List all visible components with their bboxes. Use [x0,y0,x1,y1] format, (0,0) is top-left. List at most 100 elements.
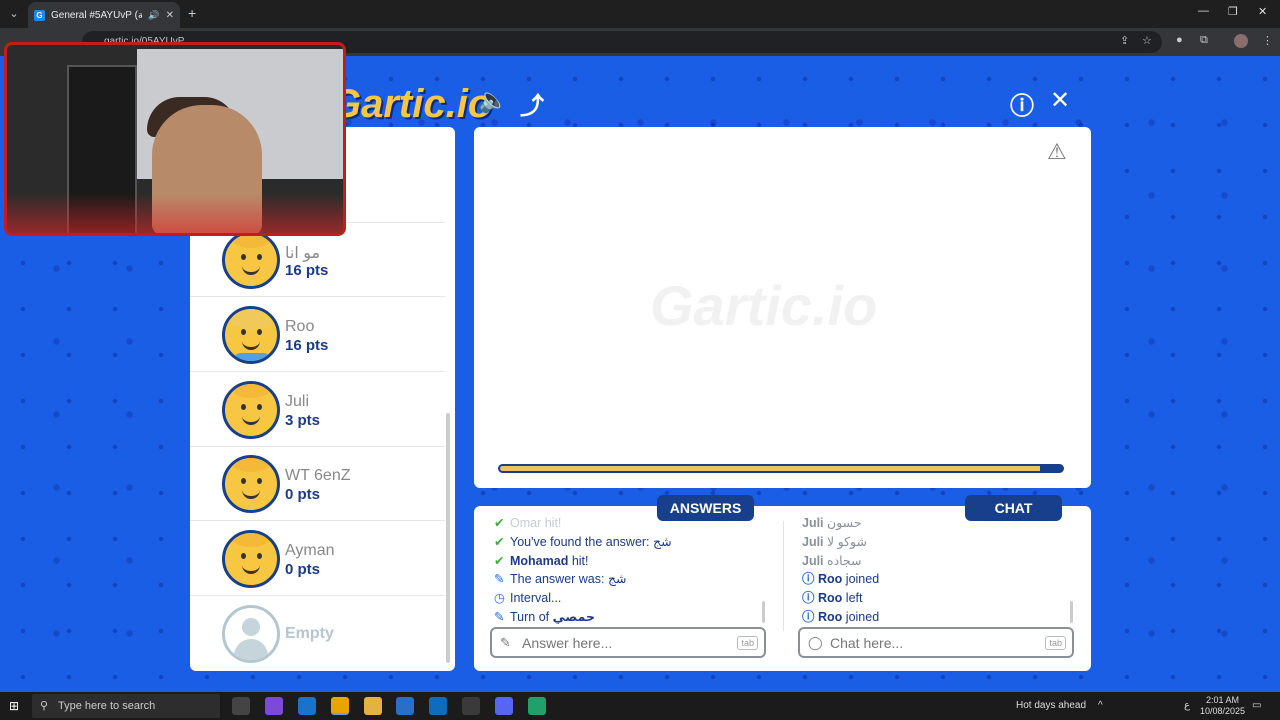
player-score: 16 pts [285,262,329,279]
window-minimize-button[interactable]: — [1198,5,1209,17]
answer-text: You've found the answer: [510,534,653,549]
chat-message: شوكو لا [827,534,867,549]
chat-line: ⓘ Roo joined [802,608,1087,624]
pencil-icon: ✎ [494,609,505,624]
answer-text: Interval... [510,591,562,606]
player-score: 16 pts [285,336,329,354]
gartic-favicon-icon: G [34,9,45,21]
browser-tab-active[interactable]: G General #5AYUvP (العربية) - 🔊 ✕ [28,2,180,28]
exit-icon[interactable]: ✕ [1050,86,1070,115]
chat-line: ⓘ Roo joined [802,570,1087,589]
answers-chat-panel: ANSWERS CHAT ✔ Omar hit! ✔ You've found the… [474,495,1091,671]
chat-line: ⓘ Roo left [802,589,1087,608]
drawing-canvas[interactable]: Gartic.io ⚠ [474,127,1091,488]
window-restore-button[interactable]: ❐ [1228,5,1238,18]
tab-title: General #5AYUvP (العربية) - [51,9,143,21]
info-icon: ⓘ [802,572,815,587]
chat-user: Roo [818,591,843,606]
answer-text: The answer was: [510,572,608,587]
answer-line: ✎ Turn of حمصي [494,608,779,624]
canvas-watermark: Gartic.io [650,274,878,337]
tab-close-icon[interactable]: ✕ [166,10,174,21]
answer-line: ✎ The answer was: شج [494,570,779,589]
chat-input[interactable] [830,634,1030,652]
input-language[interactable]: ع [1184,700,1190,711]
webcam-overlay [4,42,346,236]
sound-icon[interactable]: 🔈 [478,86,508,115]
install-app-icon[interactable]: ⇪ [1120,34,1129,47]
copilot-icon[interactable] [265,697,283,715]
tab-list-chevron-icon[interactable]: ⌄ [6,6,22,22]
bookmark-star-icon[interactable]: ☆ [1142,34,1152,47]
extensions-puzzle-icon[interactable]: ⧉ [1200,34,1208,47]
chat-feed: Juli حسون Juli شوكو لا Juli سجاده ⓘ Roo join… [802,514,1087,624]
app-icon[interactable] [462,697,480,715]
tray-chevron-icon[interactable]: ^ [1098,700,1103,711]
answer-player: حمصي [552,609,595,624]
chat-scrollbar[interactable] [1070,601,1073,623]
answer-player: Mohamad [510,553,569,568]
player-name: WT 6enZ [285,467,351,485]
chat-message: حسون [827,516,862,530]
store-icon[interactable] [396,697,414,715]
players-scrollbar[interactable] [446,413,450,663]
notifications-icon[interactable]: ▭ [1252,700,1261,711]
chat-line: Juli شوكو لا [802,533,1087,552]
info-icon: ⓘ [802,609,815,624]
clock-date: 10/08/2025 [1200,706,1246,716]
chat-message: left [845,591,863,606]
browser-menu-icon[interactable]: ⋮ [1262,34,1273,47]
chat-user: Juli [802,516,824,530]
player-avatar-icon [222,380,280,439]
player-row: Juli 3 pts [190,373,445,447]
clock-time: 2:01 AM [1206,695,1240,705]
answer-text: hit! [568,553,589,568]
discord-icon[interactable] [495,697,513,715]
answer-input[interactable] [522,634,722,652]
taskbar-search[interactable]: ⚲ Type here to search [32,694,220,718]
taskbar-search-placeholder: Type here to search [58,700,156,712]
player-name: Juli [285,392,310,410]
extension-icon[interactable]: ● [1176,34,1183,46]
tab-audio-icon[interactable]: 🔊 [148,10,159,21]
windows-taskbar: ⊞ ⚲ Type here to search Hot days ahead ^… [0,692,1280,720]
edge-icon[interactable] [298,697,316,715]
info-icon[interactable]: ⓘ [1010,86,1034,121]
info-icon: ⓘ [802,591,815,606]
answer-input-box[interactable]: ✎ tab [490,627,766,658]
player-avatar-icon [222,305,280,364]
tab-hint: tab [1045,636,1066,650]
browser-tabbar: ⌄ G General #5AYUvP (العربية) - 🔊 ✕ + — … [0,0,1280,28]
answer-line: ✔ Omar hit! [494,514,779,533]
chrome-icon[interactable] [331,697,349,715]
gartic-logo: Gartic.io [330,82,493,126]
windows-start-icon[interactable]: ⊞ [9,699,23,713]
player-score: 0 pts [285,486,321,504]
chat-user: Roo [818,572,843,587]
player-row: Ayman 0 pts [190,522,445,597]
file-explorer-icon[interactable] [364,697,382,715]
player-name: Ayman [285,542,335,560]
outlook-icon[interactable] [429,697,447,715]
game-app-icon[interactable] [528,697,546,715]
chat-line: Juli حسون [802,514,1087,533]
window-close-button[interactable]: ✕ [1258,5,1267,18]
taskbar-clock[interactable]: 2:01 AM 10/08/2025 [1200,695,1245,717]
new-tab-button[interactable]: + [188,5,196,21]
report-warning-icon[interactable]: ⚠ [1047,139,1067,165]
turn-timer-fill [500,466,1040,471]
share-icon[interactable]: ⤴ [520,86,544,121]
player-row: WT 6enZ 0 pts [190,447,445,522]
player-score: 3 pts [285,411,321,429]
answer-text: شج [653,534,672,549]
answer-line: ◷ Interval... [494,589,779,608]
check-icon: ✔ [494,553,505,568]
profile-avatar[interactable] [1234,34,1248,48]
player-avatar-icon [222,530,280,589]
chat-input-box[interactable]: ◯ tab [798,627,1074,658]
chat-message: joined [845,609,880,624]
answers-scrollbar[interactable] [762,601,765,623]
task-view-icon[interactable] [232,697,250,715]
clock-icon: ◷ [494,591,505,606]
weather-widget[interactable]: Hot days ahead [1016,700,1086,711]
